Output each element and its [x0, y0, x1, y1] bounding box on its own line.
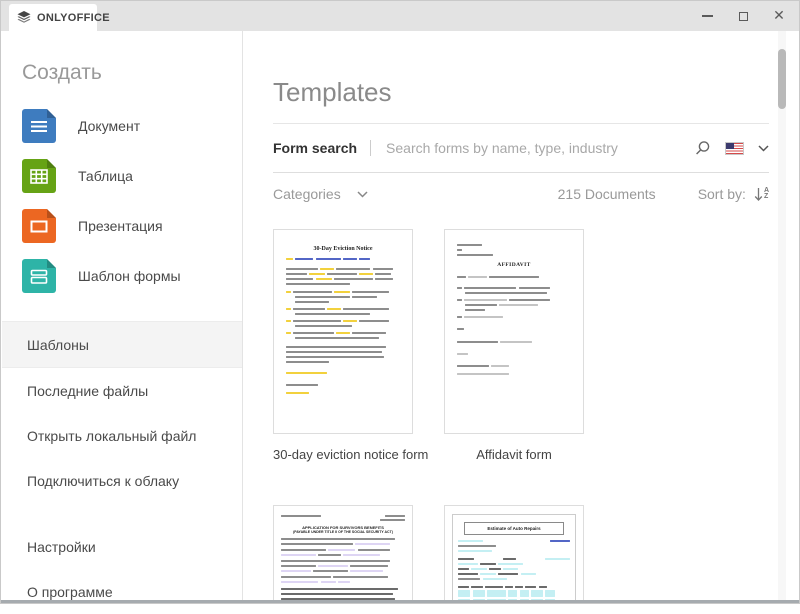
templates-grid: 30-Day Eviction Notice 30-day eviction n…	[273, 229, 753, 600]
app-tab[interactable]: ONLYOFFICE	[9, 4, 97, 31]
template-thumbnail: Estimate of Auto Repairs	[444, 505, 584, 600]
create-document-button[interactable]: Документ	[2, 101, 242, 151]
document-icon	[22, 109, 56, 143]
app-window: ONLYOFFICE ✕ Создать Документ	[0, 0, 800, 604]
create-presentation-label: Презентация	[78, 218, 163, 234]
maximize-icon	[739, 12, 748, 21]
template-card-eviction-notice[interactable]: 30-Day Eviction Notice 30-day eviction n…	[273, 229, 413, 462]
categories-dropdown-button[interactable]	[357, 191, 368, 198]
presentation-icon	[22, 209, 56, 243]
categories-button[interactable]: Categories	[273, 186, 341, 202]
sort-button[interactable]: Sort by: AZ	[698, 186, 769, 202]
create-presentation-button[interactable]: Презентация	[2, 201, 242, 251]
window-bottom-border	[1, 600, 799, 603]
mini-doc-body	[281, 538, 405, 600]
us-flag-icon	[725, 142, 744, 155]
main-panel: Templates Form search Categories	[244, 31, 798, 600]
mini-doc-body	[286, 258, 400, 394]
template-card-auto-repairs[interactable]: Estimate of Auto Repairs	[444, 505, 584, 600]
template-card-survivors-benefits[interactable]: APPLICATION FOR SURVIVORS BENEFITS (PAYA…	[273, 505, 413, 600]
form-search-bar: Form search	[273, 124, 769, 173]
sidebar: Создать Документ	[2, 31, 243, 600]
create-spreadsheet-label: Таблица	[78, 168, 133, 184]
scrollbar-track[interactable]	[778, 31, 786, 600]
sidebar-nav: Шаблоны Последние файлы Открыть локальны…	[2, 321, 242, 614]
search-input[interactable]	[384, 139, 680, 157]
create-form-template-label: Шаблон формы	[78, 268, 181, 284]
onlyoffice-logo-icon	[17, 11, 31, 25]
sidebar-item-about[interactable]: О программе	[2, 569, 242, 614]
window-controls: ✕	[689, 1, 797, 31]
sidebar-item-settings[interactable]: Настройки	[2, 524, 242, 569]
mini-doc-body	[458, 540, 570, 600]
mini-doc-title: 30-Day Eviction Notice	[286, 246, 400, 252]
close-button[interactable]: ✕	[761, 1, 797, 31]
create-document-label: Документ	[78, 118, 140, 134]
nav-gap	[2, 503, 242, 524]
mini-doc-title: AFFIDAVIT	[457, 262, 571, 268]
list-toolbar: Categories 215 Documents Sort by: AZ	[273, 173, 769, 215]
maximize-button[interactable]	[725, 1, 761, 31]
form-template-icon	[22, 259, 56, 293]
page-title: Templates	[273, 77, 798, 108]
sidebar-item-recent-files[interactable]: Последние файлы	[2, 368, 242, 413]
create-spreadsheet-button[interactable]: Таблица	[2, 151, 242, 201]
mini-doc-header	[281, 515, 405, 521]
template-thumbnail: AFFIDAVIT	[444, 229, 584, 434]
sidebar-item-templates[interactable]: Шаблоны	[2, 322, 242, 368]
template-thumbnail: APPLICATION FOR SURVIVORS BENEFITS (PAYA…	[273, 505, 413, 600]
create-list: Документ Таблица	[2, 101, 242, 301]
language-dropdown-button[interactable]	[758, 145, 769, 152]
template-thumbnail: 30-Day Eviction Notice	[273, 229, 413, 434]
sort-az-icon: AZ	[754, 187, 769, 202]
search-separator	[370, 140, 371, 156]
create-heading: Создать	[22, 61, 242, 85]
form-search-label: Form search	[273, 140, 357, 156]
chevron-down-icon	[357, 191, 368, 198]
spreadsheet-icon	[22, 159, 56, 193]
create-form-template-button[interactable]: Шаблон формы	[2, 251, 242, 301]
mini-doc-title-box: Estimate of Auto Repairs	[464, 522, 564, 535]
documents-count: 215 Documents	[558, 186, 656, 202]
search-icon	[694, 140, 711, 157]
template-caption: 30-day eviction notice form	[273, 447, 413, 462]
search-button[interactable]	[694, 140, 711, 157]
app-tab-label: ONLYOFFICE	[37, 12, 110, 24]
close-icon: ✕	[773, 9, 785, 23]
sidebar-item-open-local-file[interactable]: Открыть локальный файл	[2, 413, 242, 458]
template-caption: Affidavit form	[444, 447, 584, 462]
language-selector[interactable]	[725, 142, 744, 155]
mini-doc-frame: Estimate of Auto Repairs	[452, 514, 576, 600]
sort-label: Sort by:	[698, 186, 746, 202]
mini-doc-body	[457, 276, 571, 375]
chevron-down-icon	[758, 145, 769, 152]
mini-doc-subtitle: (PAYABLE UNDER TITLE II OF THE SOCIAL SE…	[281, 530, 405, 534]
sidebar-item-connect-to-cloud[interactable]: Подключиться к облаку	[2, 458, 242, 503]
template-card-affidavit[interactable]: AFFIDAVIT Affidavit form	[444, 229, 584, 462]
scrollbar-thumb[interactable]	[778, 49, 786, 109]
mini-doc-title: Estimate of Auto Repairs	[487, 526, 540, 531]
mini-doc-header	[457, 244, 571, 256]
minimize-button[interactable]	[689, 1, 725, 31]
minimize-icon	[702, 15, 713, 17]
titlebar: ONLYOFFICE ✕	[1, 1, 799, 31]
